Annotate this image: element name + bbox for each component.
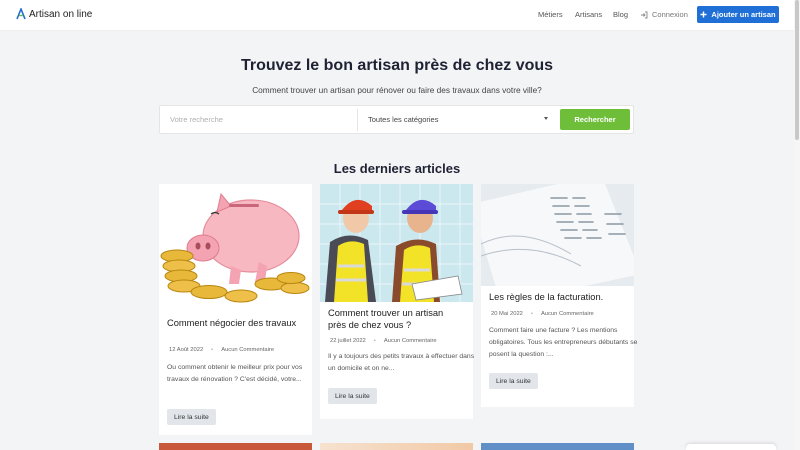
- article-title[interactable]: Comment trouver un artisan près de chez …: [328, 308, 463, 331]
- article-comments[interactable]: Aucun Commentaire: [221, 347, 274, 353]
- plus-icon: [700, 11, 707, 18]
- latest-articles-heading: Les derniers articles: [333, 161, 461, 176]
- brand-name: Artisan on line: [29, 8, 93, 20]
- article-comments[interactable]: Aucun Commentaire: [384, 338, 437, 344]
- hero-title: Trouvez le bon artisan près de chez vous: [240, 57, 554, 74]
- login-link[interactable]: Connexion: [640, 10, 688, 19]
- chat-widget[interactable]: [686, 444, 776, 450]
- caret-down-icon[interactable]: [544, 117, 548, 120]
- article-meta: 20 Mai 2022 • Aucun Commentaire: [491, 311, 594, 317]
- article-card-next[interactable]: [481, 443, 634, 450]
- hero-subtitle: Comment trouver un artisan pour rénover …: [252, 85, 542, 95]
- category-select[interactable]: Toutes les catégories: [368, 115, 438, 124]
- search-bar: Toutes les catégories Rechercher: [159, 105, 634, 134]
- workers-illustration: [320, 184, 473, 302]
- article-card-next[interactable]: [159, 443, 312, 450]
- nav-link-blog[interactable]: Blog: [613, 10, 628, 19]
- meta-separator: •: [211, 347, 214, 353]
- search-button[interactable]: Rechercher: [560, 109, 630, 130]
- article-image-workers[interactable]: [320, 184, 473, 302]
- nav-link-artisans[interactable]: Artisans: [575, 10, 602, 19]
- article-date: 20 Mai 2022: [491, 311, 523, 317]
- article-title[interactable]: Les règles de la facturation.: [489, 292, 629, 304]
- article-meta: 22 juillet 2022 • Aucun Commentaire: [330, 338, 437, 344]
- nav-link-metiers[interactable]: Métiers: [538, 10, 563, 19]
- top-navbar: Artisan on line Métiers Artisans Blog Co…: [0, 0, 800, 31]
- meta-separator: •: [530, 311, 533, 317]
- article-card: Les règles de la facturation. 20 Mai 202…: [481, 184, 637, 407]
- article-comments[interactable]: Aucun Commentaire: [541, 311, 594, 317]
- invoice-illustration: [481, 184, 634, 286]
- article-excerpt: Il y a toujours des petits travaux à eff…: [328, 353, 475, 372]
- add-artisan-label: Ajouter un artisan: [711, 10, 776, 19]
- read-more-button[interactable]: Lire la suite: [328, 388, 377, 404]
- read-more-button[interactable]: Lire la suite: [489, 373, 538, 389]
- search-divider: [357, 109, 358, 131]
- search-input[interactable]: [170, 115, 350, 124]
- article-card-next[interactable]: [320, 443, 473, 450]
- article-excerpt: Ou comment obtenir le meilleur prix pour…: [167, 364, 303, 383]
- article-image-invoice[interactable]: [481, 184, 634, 286]
- article-meta: 12 Août 2022 • Aucun Commentaire: [169, 347, 274, 353]
- login-label: Connexion: [652, 10, 688, 19]
- login-arrow-icon: [641, 11, 648, 18]
- article-date: 22 juillet 2022: [330, 338, 366, 344]
- article-card: Comment trouver un artisan près de chez …: [320, 184, 474, 419]
- article-date: 12 Août 2022: [169, 347, 204, 353]
- article-image-piggy-bank[interactable]: [159, 184, 312, 306]
- article-card: Comment négocier des travaux 12 Août 202…: [159, 184, 312, 435]
- article-title[interactable]: Comment négocier des travaux: [167, 318, 297, 330]
- read-more-button[interactable]: Lire la suite: [167, 409, 216, 425]
- piggy-bank-illustration: [160, 192, 310, 303]
- meta-separator: •: [373, 338, 376, 344]
- brand-logo[interactable]: Artisan on line: [16, 8, 92, 20]
- add-artisan-button[interactable]: Ajouter un artisan: [697, 6, 779, 23]
- article-excerpt: Comment faire une facture ? Les mentions…: [489, 327, 638, 358]
- page-scrollbar-thumb[interactable]: [795, 0, 799, 140]
- house-logo-icon: [16, 8, 26, 20]
